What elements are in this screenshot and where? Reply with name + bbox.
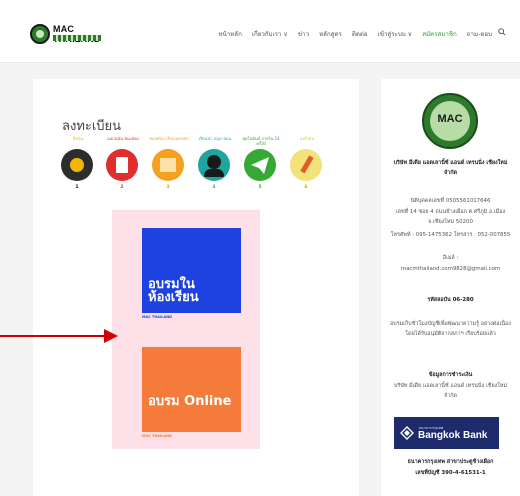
bank-logo: ธนาคารกรุงเทพ Bangkok Bank [394,417,499,449]
online-course-card[interactable]: อบรม Online [142,347,241,432]
classroom-course-title: อบรมใน ห้องเรียน [148,277,199,305]
bank-branch: ธนาคารกรุงเทพ สาขาประตูช้างเผือก [407,459,494,465]
bank-name: Bangkok Bank [418,430,488,441]
online-course-caption: MAC THAILAND [142,434,173,438]
course-promo-banner: อบรมใน ห้องเรียน MAC THAILAND อบรม Onlin… [112,210,260,449]
classroom-course-caption: MAC THAILAND [142,315,173,319]
training-code: รหัสลอบัน 06-280 [427,297,474,303]
site-logo[interactable]: MAC THAILAND [30,24,102,46]
pencil-icon [290,149,322,181]
step-2: แสกนมัน ชนะทอง 2 [105,136,141,195]
registration-steps: สิ่งเงิน 1 แสกนมัน ชนะทอง 2 ชอบดับน เรีย… [60,136,335,195]
nav-item-register[interactable]: สมัครสมาชิก [422,29,457,39]
nav-item-courses[interactable]: หลักสูตร [319,29,342,39]
step-label: สิ่งเงิน [72,136,84,141]
logo-text: MAC THAILAND [53,24,100,44]
online-course-title: อบรม Online [148,394,232,409]
step-3: ชอบดับน เรียกแอ่งหลัก 3 [149,136,189,195]
sidebar: MAC บริษัท มีเดีย แอดเลานิ้ซ์ แอนด์ เทรน… [381,79,520,496]
page-title: ลงทะเบียน [62,119,122,134]
nav-item-faq[interactable]: ถาม-ตอบ [467,29,492,39]
company-logo: MAC [422,93,478,149]
search-icon[interactable] [498,28,506,36]
form-icon [152,149,184,181]
step-label: เรียนนำ อนุบาลมน [198,136,232,141]
coin-icon [61,149,93,181]
company-address: เลขที่ 14 ซอย 4 ถนนช้างเผือก ต.ศรีภูมิ อ… [395,209,506,226]
bank-emblem-icon [400,426,414,440]
nav-item-about[interactable]: เกี่ยวกับเรา ∨ [252,29,288,39]
step-label: ลงสิ่งมัน [299,136,315,141]
step-number: 3 [166,185,170,190]
step-number: 5 [258,185,262,190]
send-icon [244,149,276,181]
step-number: 6 [304,185,308,190]
company-tax-id: นิติบุคคลเลขที่ 0505561017646 [410,198,491,204]
step-label: ชอบดับน เรียกแอ่งหลัก [149,136,189,141]
nav-item-news[interactable]: ข่าว [298,29,309,39]
company-email-label: อีเมล์ : [442,255,459,261]
red-arrow-icon [0,329,118,343]
main-content: ลงทะเบียน สิ่งเงิน 1 แสกนมัน ชนะทอง 2 ชอ… [33,79,359,496]
user-icon [198,149,230,181]
bank-account-number: เลขที่บัญชี 390-4-61531-1 [415,470,486,476]
logo-subtitle-graphic [53,35,101,41]
document-icon [106,149,138,181]
main-menu: หน้าหลัก เกี่ยวกับเรา ∨ ข่าว หลักสูตร ติ… [208,29,492,39]
nav-item-login[interactable]: เข้าสู่ระบบ ∨ [378,29,413,39]
company-logo-text: MAC [437,113,463,125]
step-label: ชุดในมินส์ ภายใน 14 ครั้งปิ [242,136,280,146]
company-email[interactable]: macmthailand.com9828@gmail.com [387,264,514,274]
step-label: แสกนมัน ชนะทอง [107,136,139,141]
payment-title: ข้อมูลการชำระเงิน [428,372,473,378]
logo-emblem-icon [30,24,50,44]
nav-item-contact[interactable]: ติดต่อ [352,29,368,39]
step-6: ลงสิ่งมัน 6 [289,136,325,195]
company-name: บริษัท มีเดีย แอดเลานิ้ซ์ แอนด์ เทรนนิ่ง… [393,160,508,177]
top-navigation-bar: MAC THAILAND หน้าหลัก เกี่ยวกับเรา ∨ ข่า… [0,0,520,63]
step-5: ชุดในมินส์ ภายใน 14 ครั้งปิ 5 [242,136,279,195]
classroom-course-card[interactable]: อบรมใน ห้องเรียน [142,228,241,313]
step-1: สิ่งเงิน 1 [60,136,96,195]
nav-item-home[interactable]: หน้าหลัก [218,29,241,39]
training-description: อบรมเก็บชั่วโมงบัญชีเพื่อพัฒนาความรู้ อย… [390,321,511,338]
step-4: เรียนนำ อนุบาลมน 4 [197,136,233,195]
payment-company: บริษัท มีเดีย แอดเลานิ้ซ์ แอนด์ เทรนนิ่ง… [394,383,507,400]
step-number: 1 [75,185,79,190]
step-number: 2 [120,185,124,190]
step-number: 4 [212,185,216,190]
company-phone: โทรศัพท์ : 095-1475362 โทรสาร : 052-0078… [390,232,511,238]
